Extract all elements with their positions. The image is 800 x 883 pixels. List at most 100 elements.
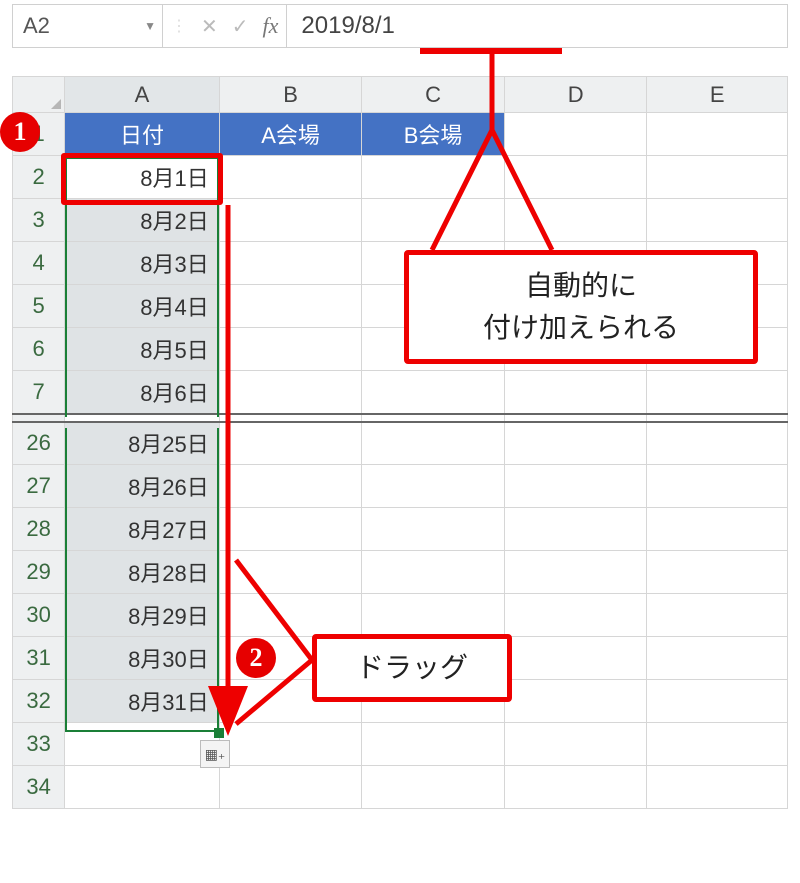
cell[interactable] — [504, 156, 647, 199]
cell[interactable] — [504, 680, 647, 723]
cell[interactable] — [65, 723, 220, 766]
row-header[interactable]: 26 — [13, 422, 65, 465]
cell[interactable] — [65, 766, 220, 809]
cell[interactable] — [647, 199, 788, 242]
cell[interactable]: 8月26日 — [65, 465, 220, 508]
row-header[interactable]: 27 — [13, 465, 65, 508]
cell[interactable] — [219, 242, 362, 285]
cell[interactable] — [647, 113, 788, 156]
cell[interactable] — [362, 199, 505, 242]
dropdown-icon[interactable]: ▼ — [144, 19, 156, 33]
row-header[interactable]: 34 — [13, 766, 65, 809]
cell[interactable]: 8月5日 — [65, 328, 220, 371]
row-header[interactable]: 5 — [13, 285, 65, 328]
annotation-badge-2: 2 — [236, 638, 276, 678]
row-header[interactable]: 3 — [13, 199, 65, 242]
col-header-C[interactable]: C — [362, 77, 505, 113]
cell[interactable] — [362, 551, 505, 594]
name-box[interactable]: A2 ▼ — [13, 5, 163, 47]
callout-drag: ドラッグ — [312, 634, 512, 702]
cell[interactable] — [647, 594, 788, 637]
cell[interactable] — [219, 723, 362, 766]
cell[interactable]: 8月31日 — [65, 680, 220, 723]
col-header-E[interactable]: E — [647, 77, 788, 113]
cell[interactable] — [504, 371, 647, 414]
col-header-A[interactable]: A — [65, 77, 220, 113]
table-row: 28 8月27日 — [13, 508, 788, 551]
cell[interactable] — [362, 723, 505, 766]
autofill-options-button[interactable]: ▦₊ — [200, 740, 230, 768]
cell[interactable] — [219, 422, 362, 465]
confirm-icon[interactable]: ✓ — [232, 14, 249, 39]
cell[interactable] — [362, 371, 505, 414]
col-header-D[interactable]: D — [504, 77, 647, 113]
cell[interactable] — [362, 156, 505, 199]
cell[interactable] — [219, 371, 362, 414]
col-header-B[interactable]: B — [219, 77, 362, 113]
cell[interactable] — [647, 723, 788, 766]
cell[interactable] — [362, 766, 505, 809]
cell[interactable] — [504, 465, 647, 508]
row-header[interactable]: 7 — [13, 371, 65, 414]
cell[interactable] — [219, 285, 362, 328]
cell[interactable] — [219, 508, 362, 551]
cell[interactable]: 8月6日 — [65, 371, 220, 414]
cell[interactable] — [362, 422, 505, 465]
cell[interactable] — [647, 422, 788, 465]
cell[interactable] — [647, 508, 788, 551]
row-header[interactable]: 32 — [13, 680, 65, 723]
cell[interactable] — [362, 508, 505, 551]
cell[interactable] — [219, 199, 362, 242]
row-header[interactable]: 2 — [13, 156, 65, 199]
row-header[interactable]: 4 — [13, 242, 65, 285]
cell[interactable]: 8月1日 — [65, 156, 220, 199]
cell[interactable] — [219, 551, 362, 594]
cell[interactable] — [362, 465, 505, 508]
cell[interactable] — [362, 594, 505, 637]
cell[interactable]: 8月3日 — [65, 242, 220, 285]
select-all-corner[interactable] — [13, 77, 65, 113]
row-header[interactable]: 33 — [13, 723, 65, 766]
cell[interactable] — [219, 766, 362, 809]
cell[interactable] — [504, 637, 647, 680]
cell[interactable]: 日付 — [65, 113, 220, 156]
cell[interactable] — [504, 422, 647, 465]
cell[interactable] — [504, 723, 647, 766]
cell[interactable] — [219, 465, 362, 508]
cell[interactable]: B会場 — [362, 113, 505, 156]
fill-handle[interactable] — [214, 728, 224, 738]
cell[interactable]: 8月4日 — [65, 285, 220, 328]
cell[interactable] — [219, 156, 362, 199]
cell[interactable] — [647, 680, 788, 723]
cell[interactable] — [504, 766, 647, 809]
formula-value[interactable]: 2019/8/1 — [287, 5, 787, 47]
cell[interactable]: 8月27日 — [65, 508, 220, 551]
cell[interactable]: 8月29日 — [65, 594, 220, 637]
cell[interactable]: 8月2日 — [65, 199, 220, 242]
cell[interactable] — [647, 371, 788, 414]
cell[interactable] — [219, 594, 362, 637]
cell[interactable] — [504, 594, 647, 637]
table-row: 29 8月28日 — [13, 551, 788, 594]
cell[interactable] — [504, 113, 647, 156]
cell[interactable]: A会場 — [219, 113, 362, 156]
cell[interactable] — [647, 551, 788, 594]
cell[interactable] — [647, 637, 788, 680]
cell[interactable]: 8月30日 — [65, 637, 220, 680]
row-header[interactable]: 29 — [13, 551, 65, 594]
cell[interactable] — [647, 766, 788, 809]
row-header[interactable]: 28 — [13, 508, 65, 551]
fx-icon[interactable]: fx — [263, 13, 279, 39]
cell[interactable] — [504, 508, 647, 551]
cell[interactable] — [647, 465, 788, 508]
cell[interactable] — [219, 328, 362, 371]
cancel-icon[interactable]: ✕ — [201, 14, 218, 39]
cell[interactable] — [647, 156, 788, 199]
cell[interactable] — [504, 199, 647, 242]
row-header[interactable]: 6 — [13, 328, 65, 371]
cell[interactable]: 8月28日 — [65, 551, 220, 594]
row-header[interactable]: 31 — [13, 637, 65, 680]
cell[interactable]: 8月25日 — [65, 422, 220, 465]
cell[interactable] — [504, 551, 647, 594]
row-header[interactable]: 30 — [13, 594, 65, 637]
